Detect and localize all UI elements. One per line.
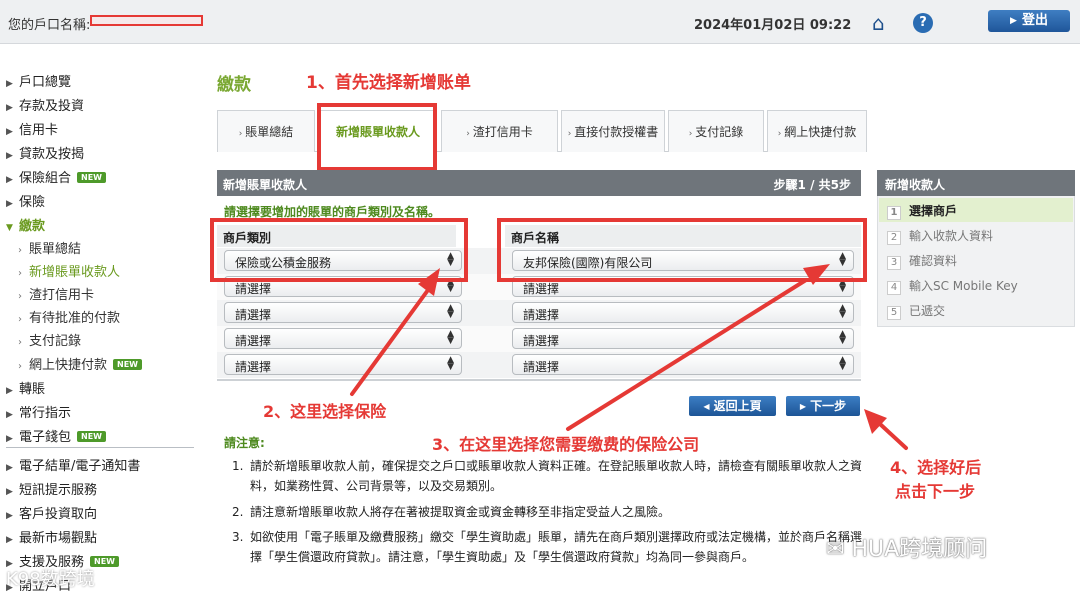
watermark-hua: ✉ HUA跨境顾问 [826,537,988,562]
arrow-head [864,409,887,434]
arrow-to-category [350,288,430,396]
arrow-to-next [878,422,908,450]
arrow-head [803,264,830,285]
arrow-to-merchant [566,278,808,431]
watermark-k98: K98数跨境 [6,569,95,590]
annotation-arrows [350,264,908,450]
arrow-head [418,268,440,296]
